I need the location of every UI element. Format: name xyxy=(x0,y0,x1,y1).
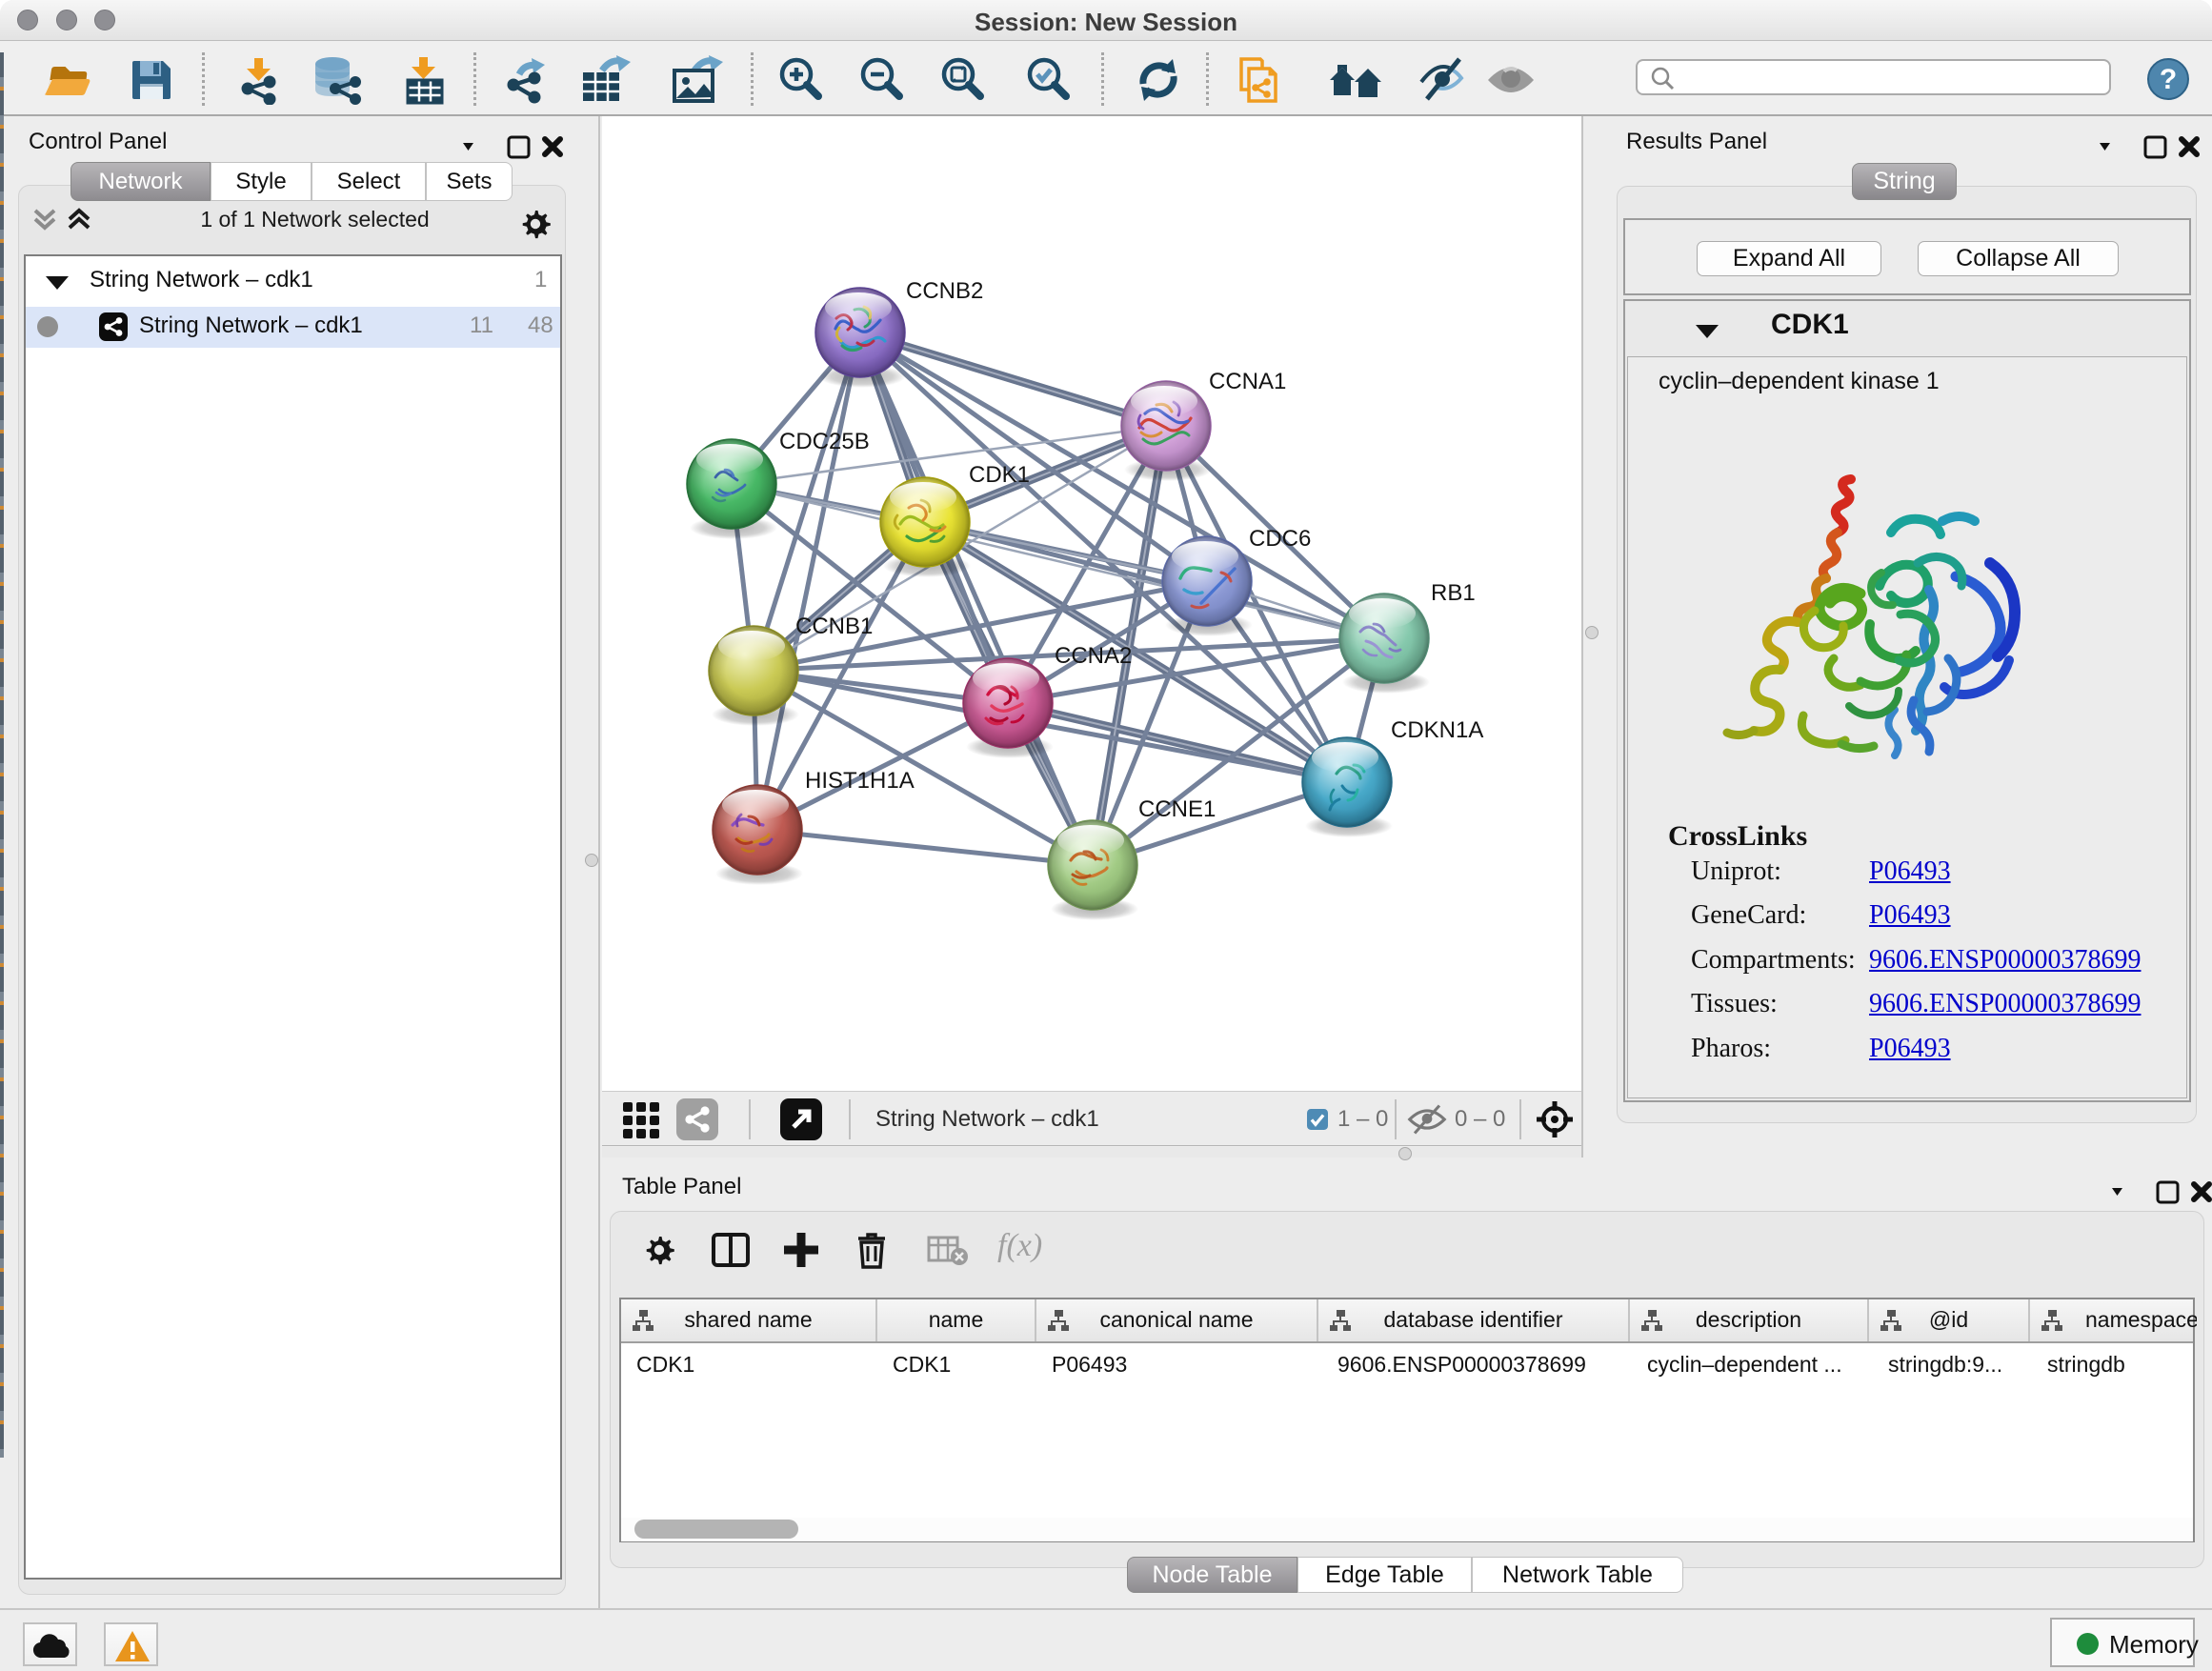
svg-text:CCNB2: CCNB2 xyxy=(906,278,983,304)
svg-text:CCNA2: CCNA2 xyxy=(1055,643,1132,669)
svg-text:CDKN1A: CDKN1A xyxy=(1391,717,1483,743)
svg-text:CCNB1: CCNB1 xyxy=(795,614,873,639)
svg-text:CCNA1: CCNA1 xyxy=(1209,369,1286,394)
svg-text:RB1: RB1 xyxy=(1431,580,1476,606)
svg-text:CDC25B: CDC25B xyxy=(779,429,870,454)
svg-text:HIST1H1A: HIST1H1A xyxy=(805,768,915,794)
svg-text:CDC6: CDC6 xyxy=(1249,526,1311,552)
svg-text:CDK1: CDK1 xyxy=(969,462,1030,488)
svg-text:CCNE1: CCNE1 xyxy=(1138,796,1216,822)
